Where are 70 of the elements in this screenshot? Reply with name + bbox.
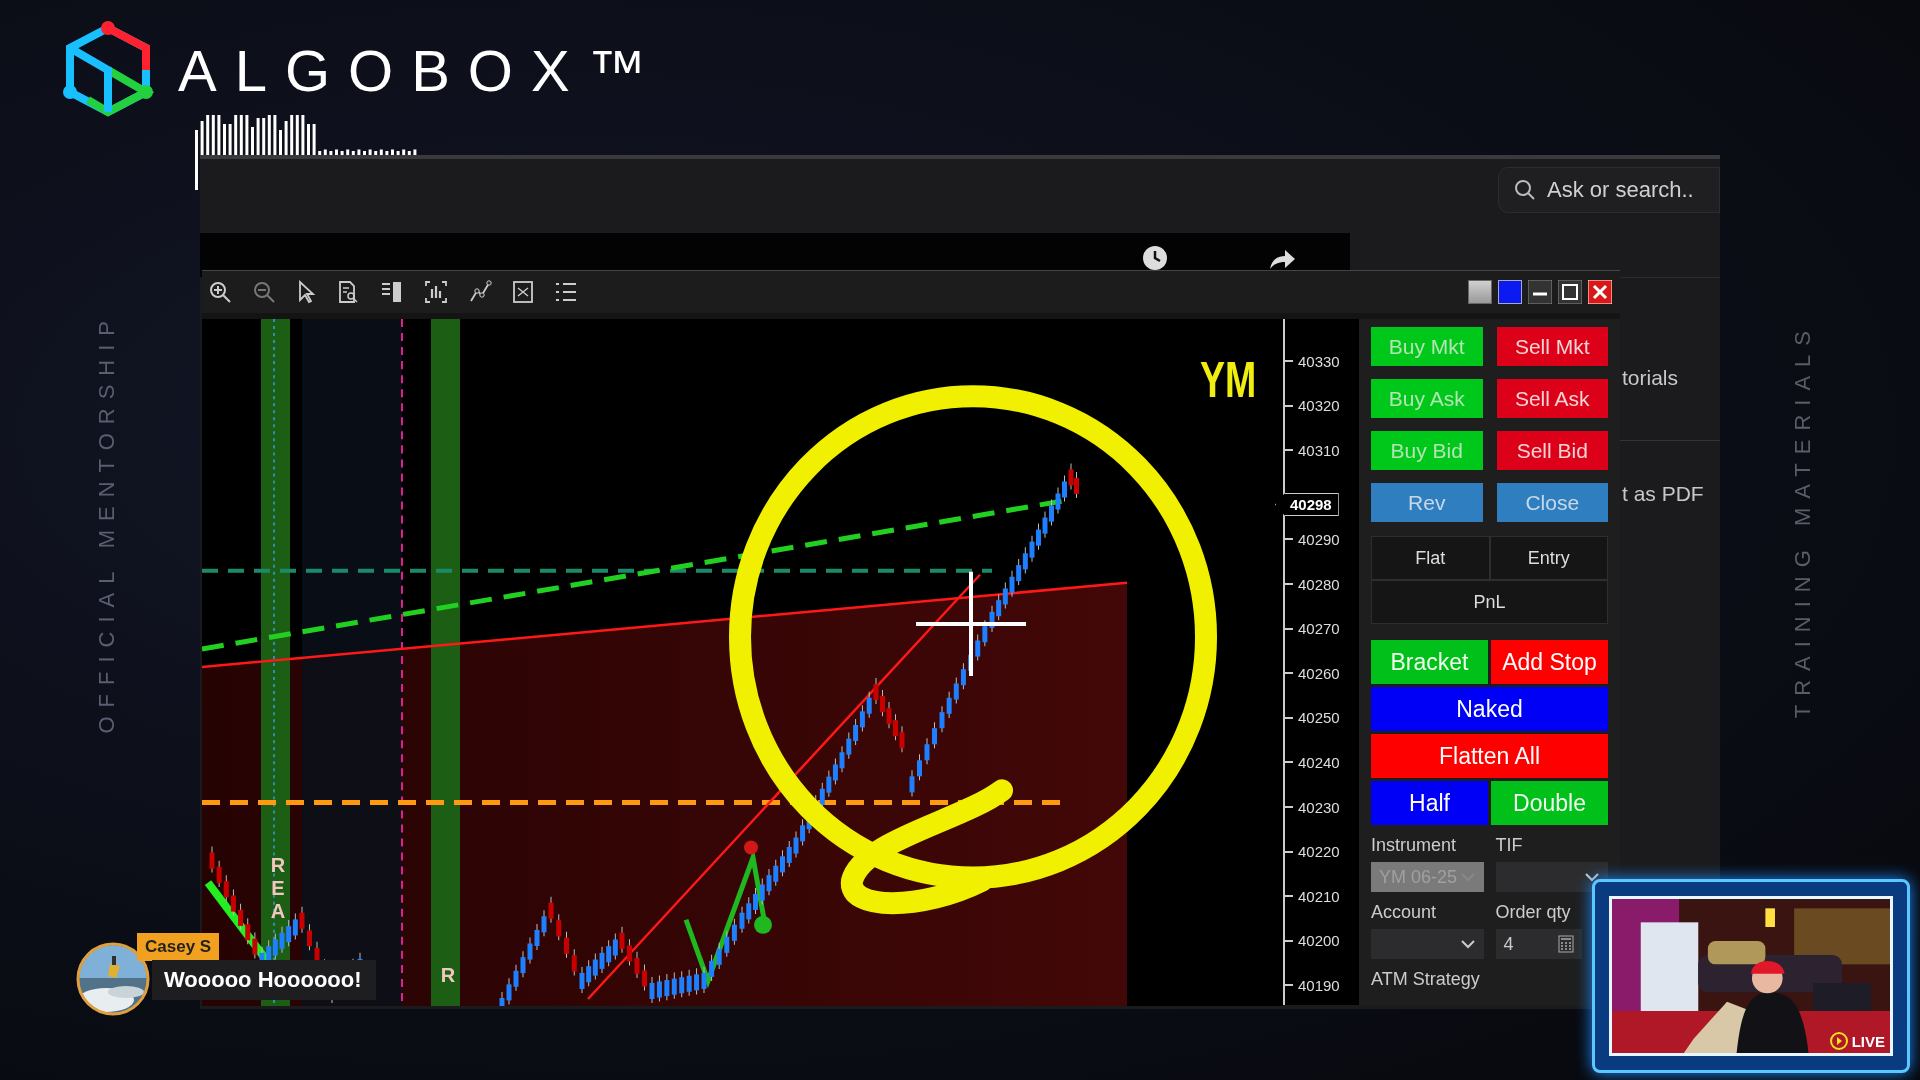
strategy-button[interactable]: Naked [1371,687,1608,731]
order-button[interactable]: Close [1496,483,1608,522]
clock-icon[interactable] [1142,245,1168,271]
field-label: Instrument [1371,835,1458,856]
axis-label: 40250 [1298,709,1340,727]
axis-label: 40280 [1298,575,1340,593]
band-label: R [439,964,457,987]
order-button[interactable]: Sell Bid [1496,431,1608,470]
field-label: Order qty [1495,902,1572,923]
close-icon[interactable] [1588,280,1612,304]
swatch-button[interactable] [1468,280,1492,304]
strategy-button[interactable]: Flatten All [1371,734,1608,778]
symbol-label: YM [1200,351,1257,409]
share-arrow-icon[interactable] [1268,247,1296,271]
dropdown-field[interactable] [1371,929,1484,959]
pointer-icon[interactable] [296,280,316,304]
axis-label: 40320 [1298,397,1340,415]
strategy-button[interactable]: Bracket [1371,640,1488,684]
position-info-cell: Entry [1490,537,1607,579]
signal-dot [754,915,772,934]
play-icon [1829,1032,1848,1050]
axis-label: 40230 [1298,798,1340,816]
dropdown-field[interactable] [1495,862,1608,892]
order-button[interactable]: Sell Ask [1496,379,1608,418]
chevron-down-icon [1584,872,1600,882]
strategy-button[interactable]: Double [1491,781,1608,825]
chat-username: Casey S [137,933,220,961]
axis-label: 40290 [1298,530,1340,548]
position-info-cell: Flat [1372,537,1489,579]
order-button[interactable]: Rev [1371,483,1483,522]
axis-label: 40210 [1298,887,1340,905]
axis-label: 40190 [1298,976,1340,994]
side-caption: OFFICIAL MENTORSHIP [94,312,120,734]
band-label: REA [269,854,287,923]
side-caption: TRAINING MATERIALS [1790,322,1816,719]
axis-label: 40200 [1298,932,1340,950]
field-label: Account [1371,902,1438,923]
document-search-icon[interactable] [336,280,360,304]
data-box-icon[interactable] [380,280,404,304]
signal-dot [744,840,758,855]
live-label: LIVE [1851,1032,1885,1050]
zoom-in-icon[interactable] [208,280,232,304]
axis-label: 40310 [1298,441,1340,459]
axis-label: 40270 [1298,620,1340,638]
brand-name: ALGOBOX™ [178,36,664,104]
order-button[interactable]: Sell Mkt [1496,327,1608,366]
chevron-down-icon [1459,939,1476,949]
chat-message: Wooooo Hoooooo! [152,960,376,1000]
export-pdf-text[interactable]: t as PDF [1622,482,1704,506]
zoom-out-icon[interactable] [252,280,276,304]
strategy-button[interactable]: Half [1371,781,1488,825]
axis-label: 40220 [1298,843,1340,861]
search-field[interactable]: Ask or search.. [1498,167,1720,213]
axis-label: 40240 [1298,753,1340,771]
color-swatch-button[interactable] [1498,280,1522,304]
current-price-marker: 40298 [1275,493,1339,516]
minimize-icon[interactable] [1528,280,1552,304]
line-nodes-icon[interactable] [468,280,492,304]
axis-label: 40260 [1298,664,1340,682]
axis-label: 40330 [1298,352,1340,370]
field-label: TIF [1495,835,1524,856]
list-icon[interactable] [554,280,578,304]
quantity-field[interactable]: 4 [1495,929,1582,959]
field-label: ATM Strategy [1371,969,1481,990]
position-info-cell: PnL [1372,581,1607,623]
strategy-button[interactable]: Add Stop [1491,640,1608,684]
maximize-icon[interactable] [1558,280,1582,304]
tutorials-link-text[interactable]: torials [1622,366,1679,390]
search-icon [1514,179,1536,201]
bar-chart-icon[interactable] [424,280,448,304]
